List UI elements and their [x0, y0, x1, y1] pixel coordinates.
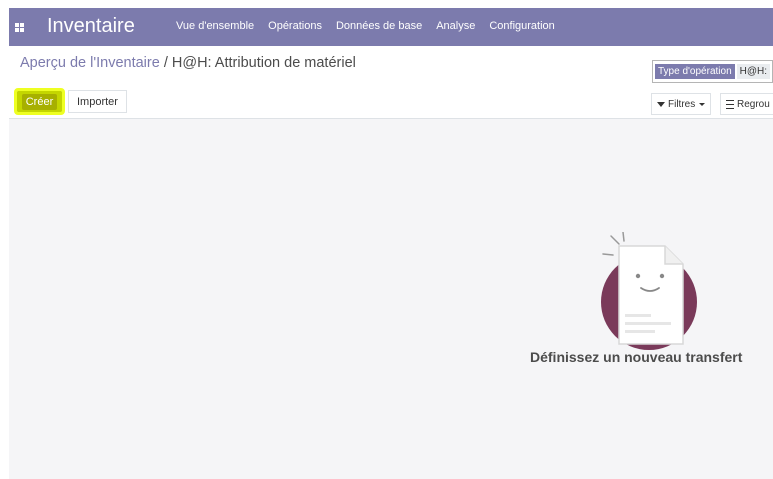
- group-by-label: Regrou: [737, 98, 770, 110]
- filters-label: Filtres: [668, 98, 696, 110]
- import-button[interactable]: Importer: [68, 90, 127, 113]
- facet-value: H@H:: [736, 64, 771, 79]
- group-by-button[interactable]: Regrou: [720, 93, 773, 115]
- breadcrumb-current: H@H: Attribution de matériel: [171, 55, 356, 71]
- breadcrumb: Aperçu de l'Inventaire / H@H: Attributio…: [20, 55, 356, 71]
- document-line: [625, 330, 655, 333]
- create-button-label: Créer: [21, 93, 58, 110]
- caret-down-icon: [699, 102, 706, 106]
- document-line: [625, 322, 671, 325]
- spark-line: [602, 253, 614, 256]
- menu-item-overview[interactable]: Vue d'ensemble: [176, 20, 254, 32]
- create-button[interactable]: Créer: [14, 88, 65, 115]
- menu-item-operations[interactable]: Opérations: [268, 20, 322, 32]
- apps-icon[interactable]: [15, 23, 24, 32]
- menu-item-configuration[interactable]: Configuration: [489, 20, 554, 32]
- document-line: [625, 314, 651, 317]
- menu-item-analysis[interactable]: Analyse: [436, 20, 475, 32]
- face-eye-left: [635, 273, 641, 279]
- search-facet[interactable]: Type d'opération H@H:: [652, 60, 773, 83]
- spark-line: [610, 235, 620, 245]
- breadcrumb-parent-link[interactable]: Aperçu de l'Inventaire: [20, 55, 160, 71]
- main-menu: Vue d'ensemble Opérations Données de bas…: [176, 20, 569, 32]
- empty-state-title: Définissez un nouveau transfert: [530, 349, 743, 365]
- menu-item-master-data[interactable]: Données de base: [336, 20, 422, 32]
- empty-document-illustration: [601, 232, 697, 350]
- face-eye-right: [659, 273, 665, 279]
- funnel-icon: [657, 101, 665, 107]
- top-navbar: Inventaire Vue d'ensemble Opérations Don…: [9, 8, 773, 46]
- bars-icon: [726, 99, 734, 109]
- breadcrumb-separator: /: [159, 55, 172, 71]
- app-frame: Inventaire Vue d'ensemble Opérations Don…: [9, 8, 773, 479]
- app-title[interactable]: Inventaire: [47, 15, 135, 38]
- filters-button[interactable]: Filtres: [651, 93, 712, 115]
- spark-line: [622, 232, 625, 242]
- control-panel: Aperçu de l'Inventaire / H@H: Attributio…: [9, 46, 773, 119]
- facet-label: Type d'opération: [655, 64, 735, 79]
